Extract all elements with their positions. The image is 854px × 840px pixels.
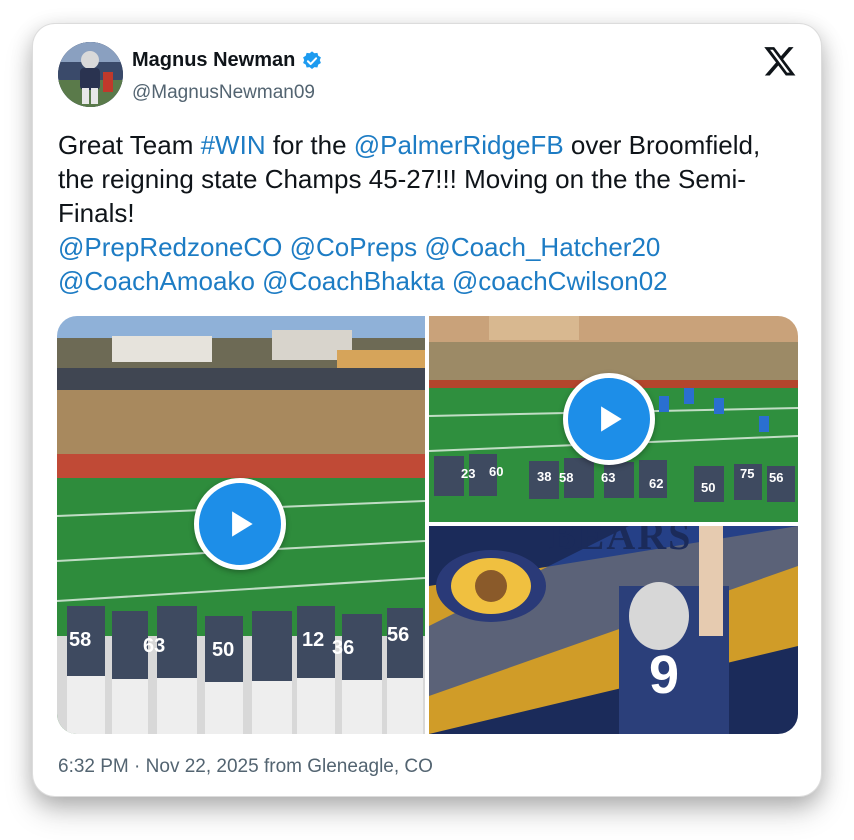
mention-link[interactable]: @Coach_Hatcher20 xyxy=(424,232,660,262)
svg-text:38: 38 xyxy=(537,469,551,484)
video-tile-1[interactable]: 58 63 50 12 36 56 xyxy=(57,316,425,734)
jersey-number: 9 xyxy=(649,645,680,705)
svg-text:63: 63 xyxy=(143,635,165,657)
svg-text:56: 56 xyxy=(769,470,783,485)
media-grid: 58 63 50 12 36 56 23 60 38 58 63 62 50 7… xyxy=(57,316,798,734)
author-name-row: Magnus Newman xyxy=(132,49,323,72)
footer-separator: · xyxy=(128,756,146,777)
tweet-footer: 6:32 PM · Nov 22, 2025 from Gleneagle, C… xyxy=(58,756,433,778)
svg-text:56: 56 xyxy=(387,624,409,646)
tweet-card: Magnus Newman @MagnusNewman09 Great Team… xyxy=(33,24,821,796)
svg-text:60: 60 xyxy=(489,464,503,479)
tweet-date[interactable]: Nov 22, 2025 xyxy=(146,756,259,777)
verified-badge-icon xyxy=(301,50,323,72)
avatar[interactable] xyxy=(58,42,123,107)
svg-text:50: 50 xyxy=(212,639,234,661)
svg-text:63: 63 xyxy=(601,470,615,485)
tweet-text-part: for the xyxy=(265,130,354,160)
play-button[interactable] xyxy=(194,478,286,570)
mention-link[interactable]: @PalmerRidgeFB xyxy=(354,130,564,160)
mention-link[interactable]: @CoachAmoako xyxy=(58,266,255,296)
tweet-text-part: Great Team xyxy=(58,130,201,160)
x-logo-icon[interactable] xyxy=(763,44,797,78)
svg-text:12: 12 xyxy=(302,629,324,651)
svg-text:58: 58 xyxy=(69,629,91,651)
mention-link[interactable]: @CoachBhakta xyxy=(262,266,445,296)
svg-text:75: 75 xyxy=(740,466,754,481)
svg-text:62: 62 xyxy=(649,476,663,491)
mention-link[interactable]: @PrepRedzoneCO xyxy=(58,232,282,262)
hashtag-link[interactable]: #WIN xyxy=(201,130,266,160)
author-handle[interactable]: @MagnusNewman09 xyxy=(132,82,315,104)
tweet-text: Great Team #WIN for the @PalmerRidgeFB o… xyxy=(58,128,798,298)
tweet-source: from Gleneagle, CO xyxy=(258,756,433,777)
svg-text:58: 58 xyxy=(559,470,573,485)
mention-link[interactable]: @CoPreps xyxy=(290,232,418,262)
author-name[interactable]: Magnus Newman xyxy=(132,49,295,72)
mention-link[interactable]: @coachCwilson02 xyxy=(452,266,668,296)
banner-text: BEARS xyxy=(549,526,693,558)
svg-text:50: 50 xyxy=(701,480,715,495)
video-tile-2[interactable]: 23 60 38 58 63 62 50 75 56 xyxy=(429,316,798,522)
svg-text:36: 36 xyxy=(332,637,354,659)
image-tile-3[interactable]: BEARS 9 xyxy=(429,526,798,734)
svg-text:23: 23 xyxy=(461,466,475,481)
tweet-time[interactable]: 6:32 PM xyxy=(58,756,129,777)
play-button[interactable] xyxy=(563,373,655,465)
